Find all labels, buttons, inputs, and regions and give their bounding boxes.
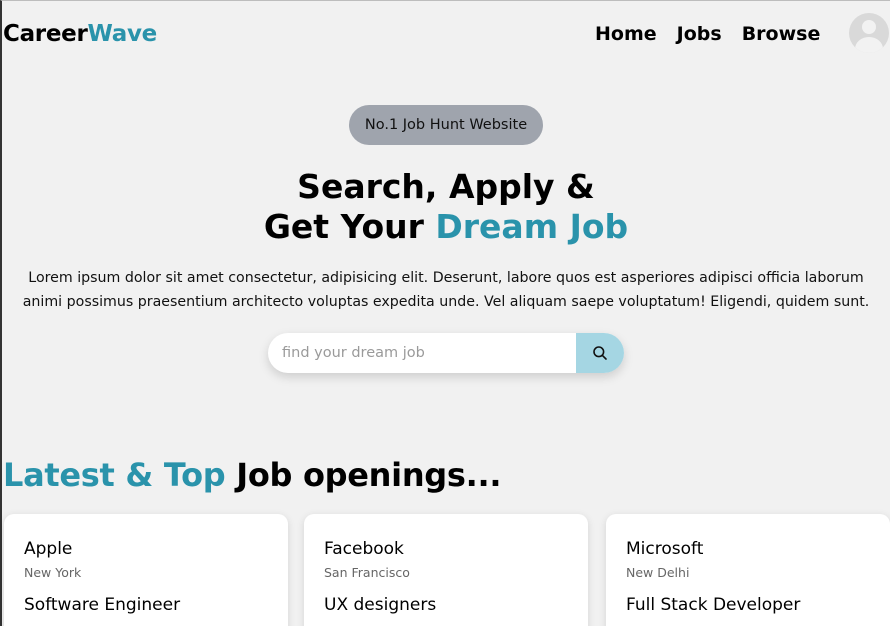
- logo[interactable]: CareerWave: [3, 21, 157, 47]
- nav-link-jobs[interactable]: Jobs: [677, 23, 722, 45]
- search-input[interactable]: [268, 333, 576, 373]
- job-location: San Francisco: [324, 565, 410, 580]
- user-avatar-icon[interactable]: [849, 13, 889, 53]
- nav-link-browse[interactable]: Browse: [742, 23, 821, 45]
- job-company: Microsoft: [626, 539, 704, 559]
- section-title-plain: Job openings...: [225, 456, 502, 494]
- hero-description: Lorem ipsum dolor sit amet consectetur, …: [22, 270, 870, 310]
- logo-accent: Wave: [87, 21, 157, 47]
- nav-link-home[interactable]: Home: [595, 23, 657, 45]
- job-role: UX designers: [324, 595, 437, 615]
- job-company: Facebook: [324, 539, 404, 559]
- search-bar: [268, 333, 624, 373]
- job-card[interactable]: Facebook San Francisco UX designers: [304, 514, 588, 626]
- job-role: Full Stack Developer: [626, 595, 801, 615]
- hero-title-line2-plain: Get Your: [263, 207, 436, 246]
- hero-badge: No.1 Job Hunt Website: [349, 105, 543, 145]
- search-button[interactable]: [576, 333, 624, 373]
- section-title-accent: Latest & Top: [3, 456, 226, 494]
- top-navbar: CareerWave Home Jobs Browse: [2, 1, 890, 69]
- hero-title-line1: Search, Apply &: [297, 167, 595, 206]
- nav-links: Home Jobs Browse: [595, 23, 820, 45]
- search-icon: [593, 346, 607, 360]
- hero-title-line2-accent: Dream Job: [435, 207, 629, 246]
- job-company: Apple: [24, 539, 73, 559]
- job-location: New York: [24, 565, 82, 580]
- hero-title: Search, Apply & Get Your Dream Job: [2, 167, 890, 247]
- job-role: Software Engineer: [24, 595, 181, 615]
- avatar-head-shape: [862, 20, 876, 34]
- section-title: Latest & Top Job openings...: [3, 456, 502, 494]
- job-card[interactable]: Microsoft New Delhi Full Stack Developer: [606, 514, 890, 626]
- logo-primary: Career: [3, 21, 88, 47]
- avatar-body-shape: [855, 37, 883, 53]
- job-card[interactable]: Apple New York Software Engineer: [4, 514, 288, 626]
- job-location: New Delhi: [626, 565, 690, 580]
